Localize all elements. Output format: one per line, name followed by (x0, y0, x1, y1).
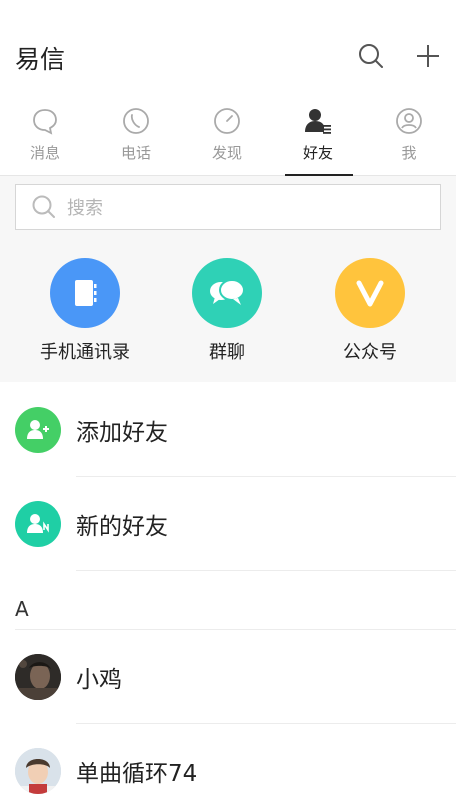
contact-name: 单曲循环74 (76, 761, 198, 787)
tab-label: 消息 (29, 144, 60, 162)
v-badge-icon (335, 258, 405, 328)
tab-me[interactable]: 我 (364, 100, 454, 176)
tab-label: 发现 (211, 144, 242, 162)
row-label: 新的好友 (76, 514, 168, 540)
add-friend-icon (15, 407, 61, 453)
shortcut-official-accounts[interactable]: 公众号 (300, 258, 440, 364)
header-add-button[interactable] (410, 38, 446, 74)
chat-bubble-icon (30, 106, 60, 136)
row-label: 添加好友 (76, 420, 168, 446)
search-placeholder: 搜索 (67, 198, 103, 219)
contact-name: 小鸡 (76, 667, 122, 693)
plus-icon (417, 45, 439, 67)
tab-discover[interactable]: 发现 (182, 100, 272, 176)
group-chat-icon (192, 258, 262, 328)
divider (76, 570, 456, 571)
avatar (15, 654, 61, 700)
avatar (15, 748, 61, 794)
header-search-button[interactable] (353, 38, 389, 74)
shortcut-label: 群聊 (209, 342, 245, 363)
app-header: 易信 (0, 0, 456, 112)
tab-bar: 消息 电话 发现 好友 我 (0, 100, 456, 176)
section-header: A (0, 590, 456, 630)
tab-messages[interactable]: 消息 (0, 100, 90, 176)
phone-icon (121, 106, 151, 136)
contact-row[interactable]: 单曲循环74 (0, 724, 456, 810)
shortcut-label: 公众号 (343, 342, 397, 363)
search-input[interactable]: 搜索 (15, 184, 441, 230)
shortcut-phone-contacts[interactable]: 手机通讯录 (15, 258, 155, 364)
tab-label: 我 (401, 144, 417, 162)
address-book-icon (50, 258, 120, 328)
compass-icon (212, 106, 242, 136)
contact-row[interactable]: 小鸡 (0, 630, 456, 724)
search-icon (359, 44, 383, 68)
contacts-icon (303, 106, 333, 136)
app-title: 易信 (15, 45, 66, 74)
tab-label: 好友 (302, 144, 333, 162)
section-letter: A (15, 597, 29, 621)
new-friends-row[interactable]: 新的好友 (0, 477, 456, 571)
profile-icon (394, 106, 424, 136)
shortcut-label: 手机通讯录 (40, 342, 130, 363)
shortcut-group-chat[interactable]: 群聊 (157, 258, 297, 364)
tab-phone[interactable]: 电话 (91, 100, 181, 176)
tab-friends[interactable]: 好友 (273, 100, 363, 176)
search-icon (32, 195, 55, 218)
new-friend-icon (15, 501, 61, 547)
tab-label: 电话 (120, 144, 151, 162)
add-friend-row[interactable]: 添加好友 (0, 383, 456, 477)
